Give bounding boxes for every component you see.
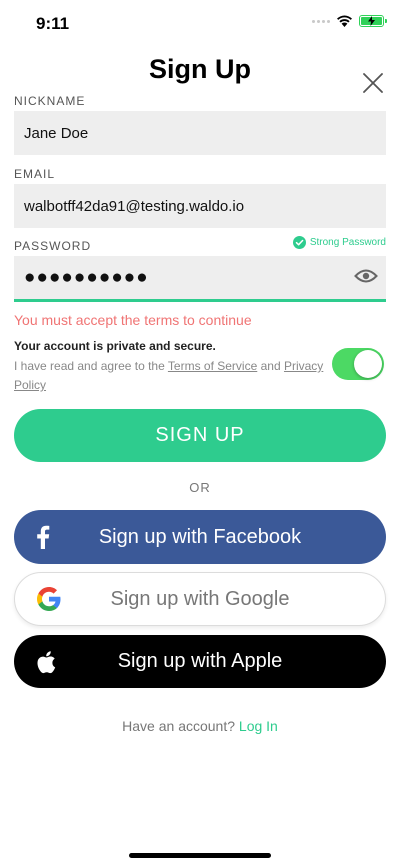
login-prompt: Have an account? Log In — [0, 718, 400, 734]
google-icon — [37, 587, 61, 611]
home-indicator — [129, 853, 271, 858]
or-divider: OR — [189, 480, 211, 495]
toggle-knob — [354, 350, 382, 378]
page-title: Sign Up — [149, 54, 251, 84]
privacy-note: Your account is private and secure. — [14, 339, 216, 353]
terms-error-message: You must accept the terms to continue — [14, 312, 252, 328]
apple-signup-button[interactable]: Sign up with Apple — [14, 635, 386, 688]
facebook-icon — [36, 525, 50, 549]
password-masked-value: ●●●●●●●●●● — [24, 266, 149, 288]
terms-and: and — [257, 359, 284, 373]
eye-icon[interactable] — [354, 268, 378, 284]
email-field[interactable]: walbotff42da91@testing.waldo.io — [14, 184, 386, 228]
apple-signup-label: Sign up with Apple — [117, 650, 283, 672]
terms-toggle[interactable] — [332, 348, 384, 380]
apple-icon — [36, 650, 56, 673]
battery-charging-icon — [359, 15, 387, 27]
status-bar: 9:11 — [0, 0, 400, 46]
google-signup-button[interactable]: Sign up with Google — [14, 572, 386, 626]
google-signup-label: Sign up with Google — [110, 587, 290, 610]
close-icon[interactable] — [362, 72, 384, 94]
email-value: walbotff42da91@testing.waldo.io — [24, 197, 245, 215]
nickname-field[interactable]: Jane Doe — [14, 111, 386, 155]
have-account-text: Have an account? — [122, 718, 236, 734]
facebook-signup-label: Sign up with Facebook — [98, 525, 302, 548]
nickname-label: NICKNAME — [14, 94, 86, 108]
checkmark-circle-icon — [292, 236, 306, 249]
nickname-value: Jane Doe — [24, 124, 89, 142]
password-strength-indicator: Strong Password — [292, 236, 386, 249]
password-label: PASSWORD — [14, 239, 92, 253]
password-field[interactable]: ●●●●●●●●●● — [14, 256, 386, 302]
terms-of-service-link[interactable]: Terms of Service — [168, 359, 257, 373]
terms-prefix: I have read and agree to the — [14, 359, 168, 373]
email-label: EMAIL — [14, 167, 56, 181]
wifi-icon — [337, 15, 352, 27]
signup-button[interactable]: SIGN UP — [14, 409, 386, 462]
facebook-signup-button[interactable]: Sign up with Facebook — [14, 510, 386, 564]
login-link[interactable]: Log In — [239, 718, 278, 734]
status-time: 9:11 — [36, 14, 70, 33]
terms-agreement-text: I have read and agree to the Terms of Se… — [14, 357, 328, 395]
password-strength-text: Strong Password — [309, 237, 386, 248]
cellular-signal-icon — [312, 19, 330, 23]
status-icons — [312, 15, 387, 27]
